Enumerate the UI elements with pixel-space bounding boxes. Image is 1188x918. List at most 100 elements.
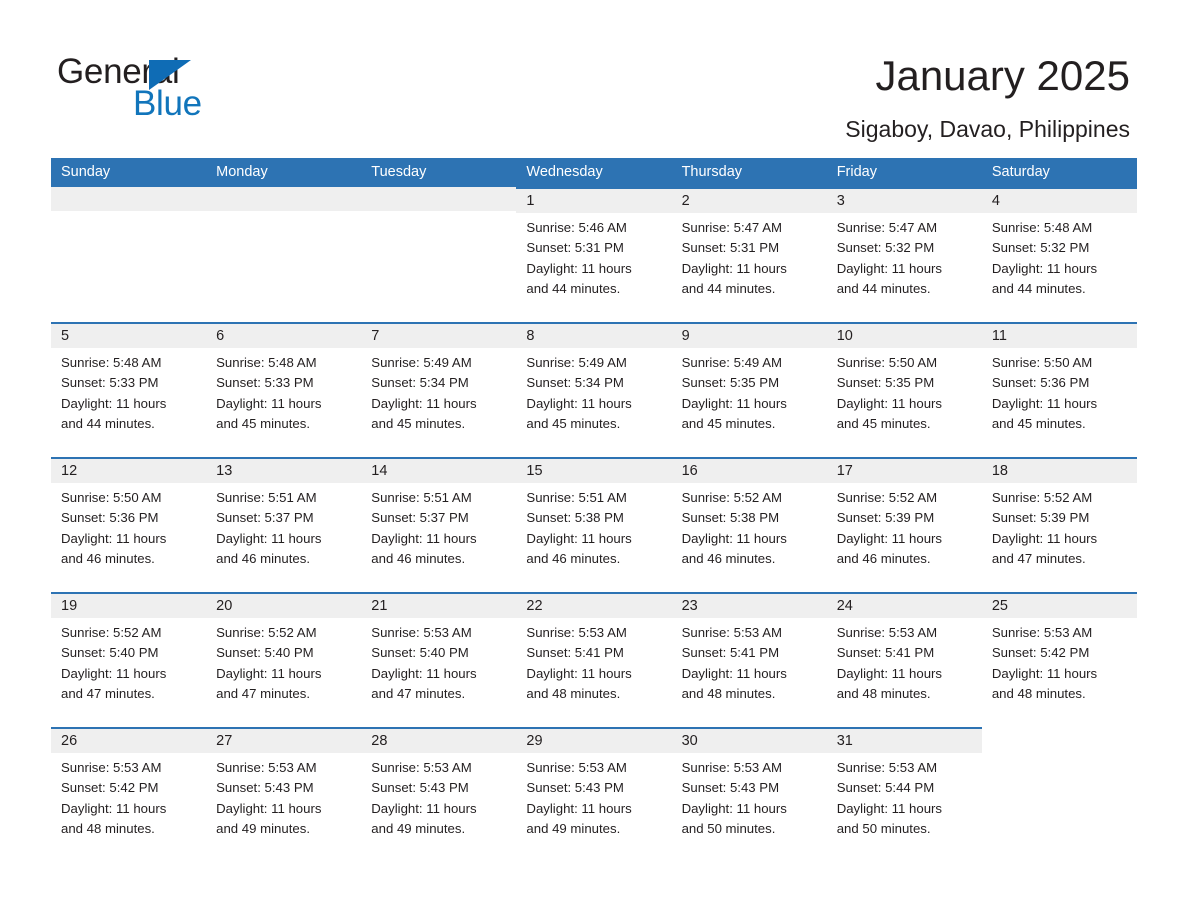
sunrise-line: Sunrise: 5:49 AM (681, 355, 782, 370)
sunset-line: Sunset: 5:40 PM (61, 645, 159, 661)
sunset-line: Sunset: 5:41 PM (681, 645, 780, 661)
daylight-line: Daylight: 11 hours (836, 800, 943, 816)
daylight-line: Daylight: 11 hours (371, 530, 477, 546)
calendar-day-cell[interactable]: 10 Sunrise: 5:50 AM Sunset: 5:35 PM Dayligh… (826, 322, 982, 457)
day-details: Sunrise: 5:53 AM Sunset: 5:43 PM Daylight:… (672, 753, 827, 839)
day-details: Sunrise: 5:47 AM Sunset: 5:32 PM Daylight:… (827, 213, 982, 299)
calendar-day-cell[interactable]: 25 Sunrise: 5:53 AM Sunset: 5:42 PM Dayligh… (981, 592, 1137, 727)
calendar-day-cell[interactable]: 31 Sunrise: 5:53 AM Sunset: 5:44 PM Dayligh… (826, 727, 982, 862)
calendar-day-cell[interactable]: 16 Sunrise: 5:52 AM Sunset: 5:38 PM Dayligh… (671, 457, 827, 592)
general-blue-logo[interactable]: General Blue (57, 52, 317, 123)
calendar-week-row: 19 Sunrise: 5:52 AM Sunset: 5:40 PM Dayligh… (51, 592, 1137, 727)
calendar-day-cell[interactable]: 23 Sunrise: 5:53 AM Sunset: 5:41 PM Dayligh… (671, 592, 827, 727)
daylight-line: Daylight: 11 hours (526, 800, 632, 816)
sunrise-line: Sunrise: 5:47 AM (836, 220, 938, 235)
daylight-line-2: and 45 minutes. (371, 415, 466, 431)
calendar-day-cell[interactable]: 12 Sunrise: 5:50 AM Sunset: 5:36 PM Dayligh… (51, 457, 207, 592)
sunrise-line: Sunrise: 5:53 AM (216, 760, 317, 775)
daylight-line-2: and 48 minutes. (681, 685, 776, 701)
daylight-line: Daylight: 11 hours (61, 395, 167, 411)
calendar-day-cell-empty (361, 187, 517, 322)
sunset-line: Sunset: 5:34 PM (526, 375, 624, 391)
sunset-line: Sunset: 5:32 PM (836, 240, 935, 256)
day-details: Sunrise: 5:50 AM Sunset: 5:35 PM Daylight:… (827, 348, 982, 434)
sunrise-line: Sunrise: 5:52 AM (61, 625, 162, 640)
sunrise-line: Sunrise: 5:49 AM (371, 355, 472, 370)
daylight-line-2: and 47 minutes. (991, 550, 1086, 566)
sunset-line: Sunset: 5:35 PM (836, 375, 935, 391)
page-header: General Blue January 2025 Sigaboy, Davao… (0, 0, 1188, 155)
sunrise-line: Sunrise: 5:46 AM (526, 220, 627, 235)
calendar-day-cell[interactable]: 29 Sunrise: 5:53 AM Sunset: 5:43 PM Dayligh… (516, 727, 672, 862)
daylight-line-2: and 46 minutes. (216, 550, 310, 566)
sunset-line: Sunset: 5:32 PM (991, 240, 1090, 256)
daylight-line-2: and 50 minutes. (681, 820, 776, 836)
calendar-day-cell[interactable]: 4 Sunrise: 5:48 AM Sunset: 5:32 PM Daylight… (981, 187, 1137, 322)
calendar-day-cell[interactable]: 9 Sunrise: 5:49 AM Sunset: 5:35 PM Daylight… (671, 322, 827, 457)
day-number: 16 (671, 459, 827, 483)
calendar-day-cell[interactable]: 11 Sunrise: 5:50 AM Sunset: 5:36 PM Dayligh… (981, 322, 1137, 457)
day-number: 13 (206, 459, 362, 483)
calendar-day-cell[interactable]: 3 Sunrise: 5:47 AM Sunset: 5:32 PM Daylight… (826, 187, 982, 322)
weekday-header-sunday: Sunday (61, 164, 111, 180)
day-details: Sunrise: 5:49 AM Sunset: 5:34 PM Daylight:… (516, 348, 671, 434)
weekday-header-monday: Monday (216, 164, 268, 180)
day-number: 12 (51, 459, 207, 483)
daylight-line: Daylight: 11 hours (526, 530, 632, 546)
day-details: Sunrise: 5:52 AM Sunset: 5:39 PM Daylight:… (982, 483, 1137, 569)
daylight-line-2: and 46 minutes. (681, 550, 776, 566)
sunrise-line: Sunrise: 5:53 AM (526, 625, 627, 640)
daylight-line: Daylight: 11 hours (216, 395, 322, 411)
sunrise-line: Sunrise: 5:52 AM (836, 490, 938, 505)
daylight-line: Daylight: 11 hours (836, 665, 943, 681)
sunrise-line: Sunrise: 5:50 AM (61, 490, 162, 505)
day-number: 14 (361, 459, 517, 483)
calendar-day-cell[interactable]: 17 Sunrise: 5:52 AM Sunset: 5:39 PM Dayligh… (826, 457, 982, 592)
daylight-line-2: and 49 minutes. (371, 820, 466, 836)
daylight-line-2: and 44 minutes. (836, 280, 931, 296)
sunset-line: Sunset: 5:38 PM (526, 510, 624, 526)
calendar-day-cell[interactable]: 26 Sunrise: 5:53 AM Sunset: 5:42 PM Dayligh… (51, 727, 207, 862)
calendar-day-cell[interactable]: 1 Sunrise: 5:46 AM Sunset: 5:31 PM Daylight… (516, 187, 672, 322)
daylight-line: Daylight: 11 hours (681, 665, 787, 681)
daylight-line-2: and 47 minutes. (371, 685, 466, 701)
sunset-line: Sunset: 5:37 PM (216, 510, 314, 526)
day-number: 22 (516, 594, 672, 618)
sunrise-line: Sunrise: 5:53 AM (371, 625, 472, 640)
calendar-day-cell[interactable]: 22 Sunrise: 5:53 AM Sunset: 5:41 PM Dayligh… (516, 592, 672, 727)
sunset-line: Sunset: 5:40 PM (371, 645, 469, 661)
day-number: 1 (516, 189, 672, 213)
sunset-line: Sunset: 5:43 PM (216, 780, 314, 796)
daylight-line-2: and 49 minutes. (526, 820, 621, 836)
calendar-day-cell[interactable]: 13 Sunrise: 5:51 AM Sunset: 5:37 PM Dayligh… (206, 457, 362, 592)
sunset-line: Sunset: 5:44 PM (836, 780, 935, 796)
calendar-day-cell[interactable]: 5 Sunrise: 5:48 AM Sunset: 5:33 PM Daylight… (51, 322, 207, 457)
day-details: Sunrise: 5:48 AM Sunset: 5:32 PM Daylight:… (982, 213, 1137, 299)
calendar-day-cell[interactable]: 24 Sunrise: 5:53 AM Sunset: 5:41 PM Dayligh… (826, 592, 982, 727)
day-details: Sunrise: 5:53 AM Sunset: 5:41 PM Daylight:… (516, 618, 671, 704)
sunset-line: Sunset: 5:40 PM (216, 645, 314, 661)
calendar-day-cell[interactable]: 15 Sunrise: 5:51 AM Sunset: 5:38 PM Dayligh… (516, 457, 672, 592)
calendar-week-row: 5 Sunrise: 5:48 AM Sunset: 5:33 PM Daylight… (51, 322, 1137, 457)
sunrise-line: Sunrise: 5:48 AM (61, 355, 162, 370)
calendar-day-cell[interactable]: 21 Sunrise: 5:53 AM Sunset: 5:40 PM Dayligh… (361, 592, 517, 727)
sunset-line: Sunset: 5:39 PM (991, 510, 1090, 526)
calendar-day-cell[interactable]: 8 Sunrise: 5:49 AM Sunset: 5:34 PM Daylight… (516, 322, 672, 457)
weekday-header-thursday: Thursday (681, 164, 743, 180)
day-details: Sunrise: 5:51 AM Sunset: 5:37 PM Daylight:… (361, 483, 516, 569)
calendar-day-cell[interactable]: 20 Sunrise: 5:52 AM Sunset: 5:40 PM Dayligh… (206, 592, 362, 727)
calendar-day-cell[interactable]: 18 Sunrise: 5:52 AM Sunset: 5:39 PM Dayligh… (981, 457, 1137, 592)
calendar-day-cell[interactable]: 7 Sunrise: 5:49 AM Sunset: 5:34 PM Daylight… (361, 322, 517, 457)
calendar-day-cell[interactable]: 27 Sunrise: 5:53 AM Sunset: 5:43 PM Dayligh… (206, 727, 362, 862)
calendar-day-cell[interactable]: 2 Sunrise: 5:47 AM Sunset: 5:31 PM Daylight… (671, 187, 827, 322)
day-details: Sunrise: 5:53 AM Sunset: 5:42 PM Daylight:… (982, 618, 1137, 704)
calendar-day-cell[interactable]: 6 Sunrise: 5:48 AM Sunset: 5:33 PM Daylight… (206, 322, 362, 457)
calendar-day-cell[interactable]: 14 Sunrise: 5:51 AM Sunset: 5:37 PM Dayligh… (361, 457, 517, 592)
day-number: 15 (516, 459, 672, 483)
calendar-day-cell[interactable]: 30 Sunrise: 5:53 AM Sunset: 5:43 PM Dayligh… (671, 727, 827, 862)
title-block: January 2025 Sigaboy, Davao, Philippines (845, 52, 1130, 142)
day-number: 17 (826, 459, 982, 483)
calendar-day-cell[interactable]: 19 Sunrise: 5:52 AM Sunset: 5:40 PM Dayligh… (51, 592, 207, 727)
calendar-day-cell[interactable]: 28 Sunrise: 5:53 AM Sunset: 5:43 PM Dayligh… (361, 727, 517, 862)
day-details: Sunrise: 5:49 AM Sunset: 5:35 PM Daylight:… (672, 348, 827, 434)
